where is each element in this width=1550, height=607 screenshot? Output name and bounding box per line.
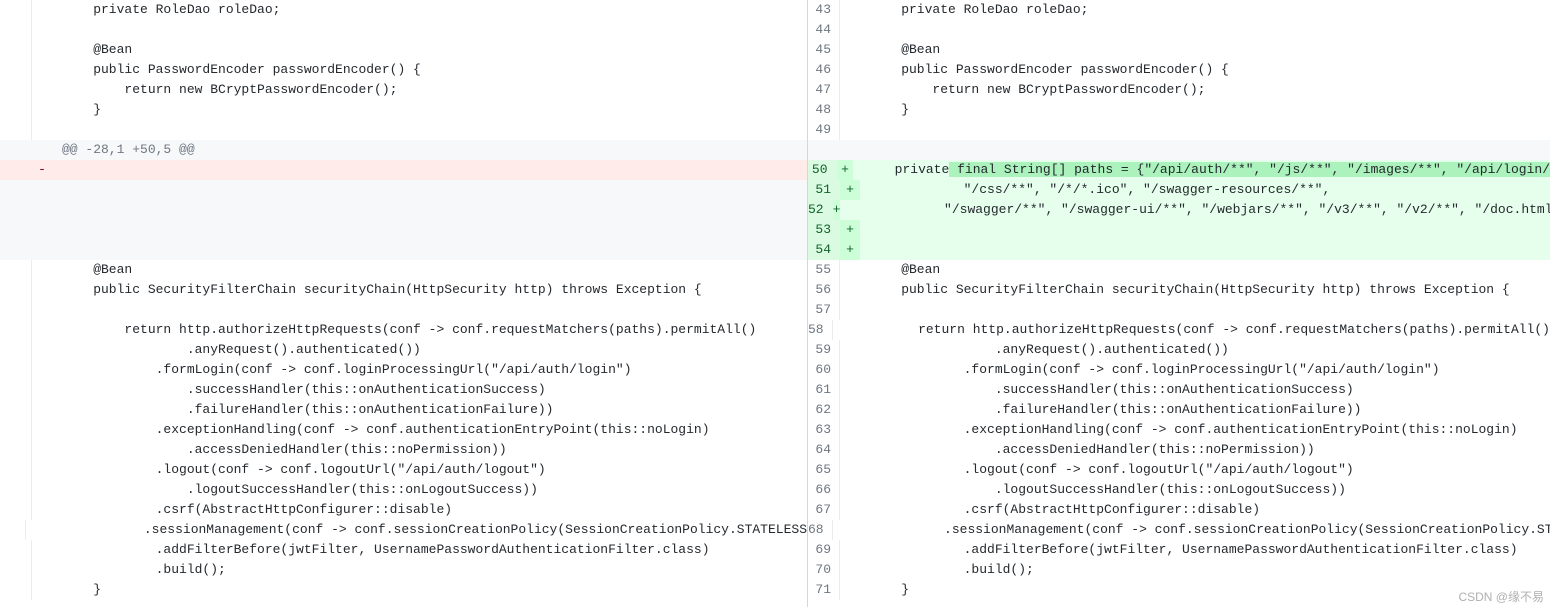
line-number: 47 [808,80,840,100]
code-line [0,120,807,140]
deleted-line: - [0,160,807,180]
code-line [0,20,807,40]
code-line: 69 .addFilterBefore(jwtFilter, UsernameP… [808,540,1550,560]
code-line: 67 .csrf(AbstractHttpConfigurer::disable… [808,500,1550,520]
code-line [0,300,807,320]
code-line: 43 private RoleDao roleDao; [808,0,1550,20]
code-line: 71 } [808,580,1550,600]
line-number: 69 [808,540,840,560]
code-line: 61 .successHandler(this::onAuthenticatio… [808,380,1550,400]
added-code-text: private [863,162,949,177]
line-number: 46 [808,60,840,80]
line-number: 54 [808,240,840,260]
line-number: 55 [808,260,840,280]
line-number: 49 [808,120,840,140]
line-number: 58 [808,320,833,340]
code-line: 59 .anyRequest().authenticated()) [808,340,1550,360]
line-number: 51 [808,180,840,200]
code-line: .logoutSuccessHandler(this::onLogoutSucc… [0,480,807,500]
line-number: 56 [808,280,840,300]
code-line: 47 return new BCryptPasswordEncoder(); [808,80,1550,100]
added-line: 53+ [808,220,1550,240]
diff-view: private RoleDao roleDao; @Bean public Pa… [0,0,1550,607]
line-number: 64 [808,440,840,460]
line-number: 63 [808,420,840,440]
added-line: 51+ "/css/**", "/*/*.ico", "/swagger-res… [808,180,1550,200]
code-line: 70 .build(); [808,560,1550,580]
code-line: .csrf(AbstractHttpConfigurer::disable) [0,500,807,520]
code-line: 49 [808,120,1550,140]
code-line: public PasswordEncoder passwordEncoder()… [0,60,807,80]
code-line: .accessDeniedHandler(this::noPermission)… [0,440,807,460]
line-number: 62 [808,400,840,420]
line-number: 44 [808,20,840,40]
code-line: public SecurityFilterChain securityChain… [0,280,807,300]
code-line: 46 public PasswordEncoder passwordEncode… [808,60,1550,80]
line-number: 68 [808,520,833,540]
diff-placeholder [0,220,807,240]
code-line: .logout(conf -> conf.logoutUrl("/api/aut… [0,460,807,480]
line-number: 57 [808,300,840,320]
diff-hunk-header [808,140,1550,160]
code-line: 55 @Bean [808,260,1550,280]
line-number: 67 [808,500,840,520]
line-number: 52 [808,200,833,220]
code-line: .sessionManagement(conf -> conf.sessionC… [0,520,807,540]
code-line: 64 .accessDeniedHandler(this::noPermissi… [808,440,1550,460]
added-line: 54+ [808,240,1550,260]
added-line: 52+ "/swagger/**", "/swagger-ui/**", "/w… [808,200,1550,220]
line-number: 50 [808,160,837,180]
code-line: @Bean [0,260,807,280]
code-line: .exceptionHandling(conf -> conf.authenti… [0,420,807,440]
code-line: 68 .sessionManagement(conf -> conf.sessi… [808,520,1550,540]
code-line: 62 .failureHandler(this::onAuthenticatio… [808,400,1550,420]
code-line: 48 } [808,100,1550,120]
diff-new-pane: 43 private RoleDao roleDao; 44 45 @Bean … [808,0,1550,607]
line-number: 60 [808,360,840,380]
code-line: 45 @Bean [808,40,1550,60]
code-line: return http.authorizeHttpRequests(conf -… [0,320,807,340]
line-number: 65 [808,460,840,480]
code-line: 56 public SecurityFilterChain securityCh… [808,280,1550,300]
code-line: 63 .exceptionHandling(conf -> conf.authe… [808,420,1550,440]
line-number: 61 [808,380,840,400]
line-number: 59 [808,340,840,360]
added-code-highlight: final String[] paths = {"/api/auth/**", … [949,162,1550,177]
diff-placeholder [0,240,807,260]
code-line: return new BCryptPasswordEncoder(); [0,80,807,100]
line-number: 53 [808,220,840,240]
diff-hunk-header: @@ -28,1 +50,5 @@ [0,140,807,160]
code-line: } [0,580,807,600]
code-line: .addFilterBefore(jwtFilter, UsernamePass… [0,540,807,560]
line-number: 70 [808,560,840,580]
code-line: .build(); [0,560,807,580]
code-line: .formLogin(conf -> conf.loginProcessingU… [0,360,807,380]
code-line: 44 [808,20,1550,40]
line-number: 43 [808,0,840,20]
code-line: 66 .logoutSuccessHandler(this::onLogoutS… [808,480,1550,500]
line-number: 45 [808,40,840,60]
code-line: .failureHandler(this::onAuthenticationFa… [0,400,807,420]
added-line: 50+ private final String[] paths = {"/ap… [808,160,1550,180]
code-line: .anyRequest().authenticated()) [0,340,807,360]
code-line: 57 [808,300,1550,320]
line-number: 48 [808,100,840,120]
code-line: @Bean [0,40,807,60]
diff-old-pane: private RoleDao roleDao; @Bean public Pa… [0,0,808,607]
line-number: 71 [808,580,840,600]
code-line: 65 .logout(conf -> conf.logoutUrl("/api/… [808,460,1550,480]
code-line: private RoleDao roleDao; [0,0,807,20]
diff-placeholder [0,180,807,200]
line-number: 66 [808,480,840,500]
code-line: .successHandler(this::onAuthenticationSu… [0,380,807,400]
code-line: 60 .formLogin(conf -> conf.loginProcessi… [808,360,1550,380]
code-line: 58 return http.authorizeHttpRequests(con… [808,320,1550,340]
diff-placeholder [0,200,807,220]
code-line: } [0,100,807,120]
